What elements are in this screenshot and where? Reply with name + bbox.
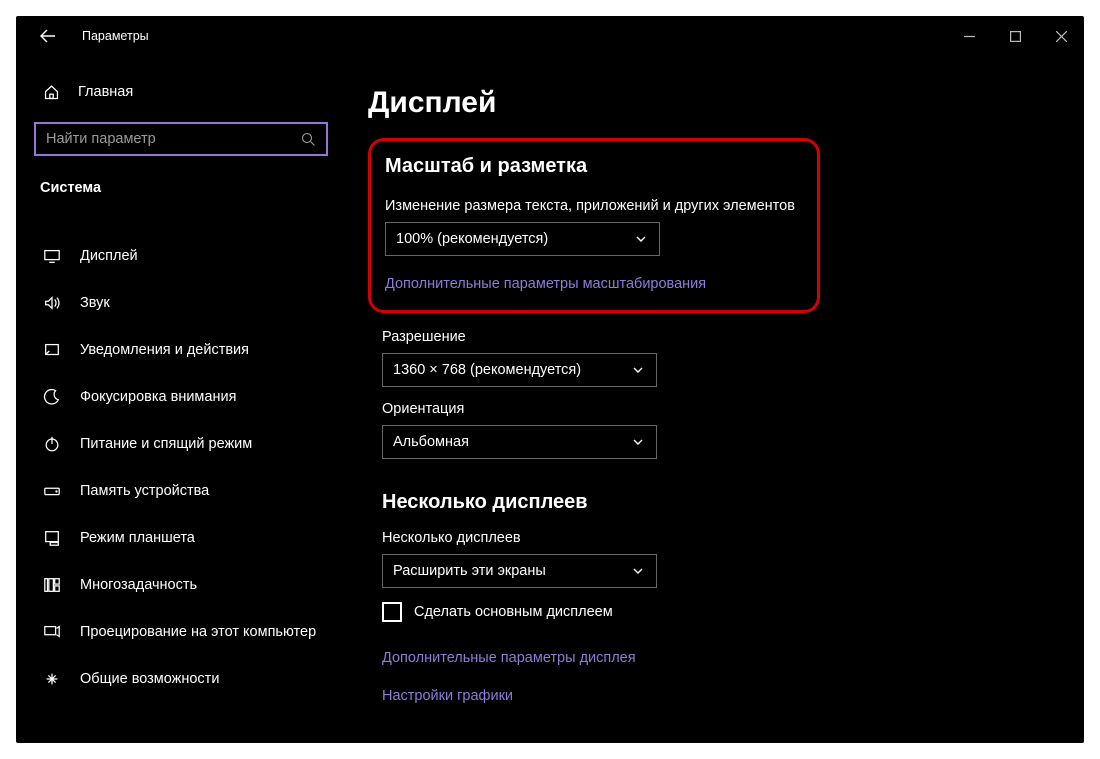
sidebar-item-power[interactable]: Питание и спящий режим	[34, 420, 328, 467]
sound-icon	[42, 294, 62, 312]
advanced-scale-link[interactable]: Дополнительные параметры масштабирования	[385, 276, 801, 292]
search-box[interactable]	[34, 122, 328, 156]
graphics-settings-link[interactable]: Настройки графики	[382, 688, 1054, 704]
minimize-button[interactable]	[946, 16, 992, 56]
home-label: Главная	[78, 84, 133, 100]
orientation-combobox[interactable]: Альбомная	[382, 425, 657, 459]
scale-label: Изменение размера текста, приложений и д…	[385, 198, 801, 214]
sidebar-item-label: Режим планшета	[80, 530, 195, 546]
sidebar-section-label: Система	[34, 180, 328, 196]
sidebar-item-label: Питание и спящий режим	[80, 436, 252, 452]
resolution-block: Разрешение 1360 × 768 (рекомендуется) Ор…	[382, 329, 1054, 704]
search-icon	[301, 132, 316, 147]
sidebar-item-focus[interactable]: Фокусировка внимания	[34, 373, 328, 420]
sidebar-item-multitask[interactable]: Многозадачность	[34, 561, 328, 608]
orientation-label: Ориентация	[382, 401, 1054, 417]
orientation-value: Альбомная	[393, 434, 469, 450]
scale-value: 100% (рекомендуется)	[396, 231, 548, 247]
sidebar-item-tablet[interactable]: Режим планшета	[34, 514, 328, 561]
sidebar-item-label: Фокусировка внимания	[80, 389, 236, 405]
checkbox-icon[interactable]	[382, 602, 402, 622]
multi-display-combobox[interactable]: Расширить эти экраны	[382, 554, 657, 588]
sidebar-item-label: Уведомления и действия	[80, 342, 249, 358]
projection-icon	[42, 623, 62, 641]
chevron-down-icon	[632, 364, 646, 376]
sidebar-item-label: Проецирование на этот компьютер	[80, 624, 316, 640]
storage-icon	[42, 482, 62, 500]
multi-heading: Несколько дисплеев	[382, 491, 1054, 514]
page-title: Дисплей	[368, 86, 1054, 120]
scale-heading: Масштаб и разметка	[385, 155, 801, 178]
sidebar-item-label: Звук	[80, 295, 110, 311]
sidebar-item-shared[interactable]: Общие возможности	[34, 655, 328, 702]
multi-label: Несколько дисплеев	[382, 530, 1054, 546]
resolution-value: 1360 × 768 (рекомендуется)	[393, 362, 581, 378]
sidebar-item-notifications[interactable]: Уведомления и действия	[34, 326, 328, 373]
home-icon	[42, 84, 60, 101]
sidebar-nav-list: Дисплей Звук Уведомления и действия Фоку…	[34, 232, 328, 702]
maximize-button[interactable]	[992, 16, 1038, 56]
chevron-down-icon	[635, 233, 649, 245]
multi-value: Расширить эти экраны	[393, 563, 546, 579]
close-button[interactable]	[1038, 16, 1084, 56]
main-content: Дисплей Масштаб и разметка Изменение раз…	[368, 86, 1054, 704]
sidebar-item-sound[interactable]: Звук	[34, 279, 328, 326]
sidebar-item-storage[interactable]: Память устройства	[34, 467, 328, 514]
notifications-icon	[42, 341, 62, 359]
window-controls	[946, 16, 1084, 56]
checkbox-label: Сделать основным дисплеем	[414, 604, 613, 620]
sidebar-item-label: Многозадачность	[80, 577, 197, 593]
highlight-annotation: Масштаб и разметка Изменение размера тек…	[368, 138, 820, 313]
resolution-combobox[interactable]: 1360 × 768 (рекомендуется)	[382, 353, 657, 387]
advanced-display-link[interactable]: Дополнительные параметры дисплея	[382, 650, 1054, 666]
display-icon	[42, 247, 62, 265]
sidebar: Главная Система Дисплей Звук	[16, 70, 346, 702]
settings-window: Параметры Главная Система Дисплей	[16, 16, 1084, 743]
primary-display-checkbox-row[interactable]: Сделать основным дисплеем	[382, 602, 1054, 622]
resolution-label: Разрешение	[382, 329, 1054, 345]
sidebar-item-label: Память устройства	[80, 483, 209, 499]
tablet-icon	[42, 529, 62, 547]
window-title: Параметры	[82, 29, 149, 43]
titlebar: Параметры	[16, 16, 1084, 56]
sidebar-item-projection[interactable]: Проецирование на этот компьютер	[34, 608, 328, 655]
multitask-icon	[42, 576, 62, 594]
chevron-down-icon	[632, 565, 646, 577]
scale-combobox[interactable]: 100% (рекомендуется)	[385, 222, 660, 256]
home-nav[interactable]: Главная	[34, 70, 328, 114]
back-button[interactable]	[34, 22, 62, 50]
sidebar-item-label: Общие возможности	[80, 671, 219, 687]
chevron-down-icon	[632, 436, 646, 448]
sidebar-item-label: Дисплей	[80, 248, 138, 264]
moon-icon	[42, 388, 62, 406]
shared-icon	[42, 670, 62, 688]
search-input[interactable]	[46, 131, 286, 147]
sidebar-item-display[interactable]: Дисплей	[34, 232, 328, 279]
power-icon	[42, 435, 62, 453]
